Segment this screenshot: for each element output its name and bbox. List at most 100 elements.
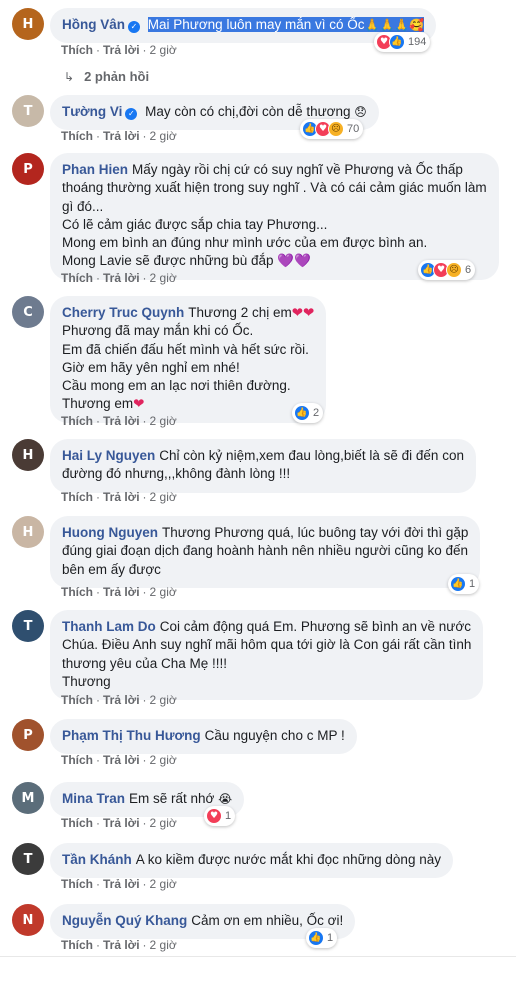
like-reaction-icon: 👍 <box>308 930 324 946</box>
reply-button[interactable]: Trả lời <box>103 753 140 767</box>
reaction-count: 6 <box>465 264 472 276</box>
purple-heart-icon: 💜💜 <box>277 253 311 270</box>
verified-badge-icon: ✓ <box>128 21 140 33</box>
avatar[interactable]: C <box>12 296 44 328</box>
reply-button[interactable]: Trả lời <box>103 816 140 830</box>
reply-arrow-icon: ↳ <box>64 70 75 84</box>
reply-button[interactable]: Trả lời <box>103 43 140 57</box>
reply-button[interactable]: Trả lời <box>103 271 140 285</box>
like-button[interactable]: Thích <box>61 877 93 891</box>
avatar[interactable]: T <box>12 95 44 127</box>
view-replies-link[interactable]: ↳ 2 phản hồi <box>64 69 149 84</box>
comment-actions: Thích · Trả lời · 2 giờ <box>61 877 177 891</box>
like-reaction-icon: 👍 <box>389 34 405 50</box>
avatar[interactable]: H <box>12 439 44 471</box>
reply-button[interactable]: Trả lời <box>103 877 140 891</box>
comment-bubble: Cherry Truc Quynh Thương 2 chị em❤❤ Phươn… <box>50 296 326 423</box>
comment-author[interactable]: Tần Khánh <box>62 852 132 867</box>
avatar[interactable]: H <box>12 8 44 40</box>
timestamp[interactable]: 2 giờ <box>150 271 177 285</box>
timestamp[interactable]: 2 giờ <box>150 816 177 830</box>
reply-button[interactable]: Trả lời <box>103 414 140 428</box>
heart-icon: ❤ <box>133 396 145 413</box>
sad-reaction-icon: ☹ <box>328 121 344 137</box>
comment-actions: Thích · Trả lời · 2 giờ <box>61 753 177 767</box>
timestamp[interactable]: 2 giờ <box>150 693 177 707</box>
reply-button[interactable]: Trả lời <box>103 490 140 504</box>
reaction-count: 1 <box>327 932 334 944</box>
heart-icon: ❤❤ <box>291 305 315 321</box>
comment-author[interactable]: Huong Nguyen <box>62 525 158 540</box>
avatar[interactable]: P <box>12 719 44 751</box>
comment-bubble: Huong Nguyen Thương Phương quá, lúc buông… <box>50 516 481 588</box>
comment-actions: Thích · Trả lời · 2 giờ <box>61 129 177 143</box>
like-button[interactable]: Thích <box>61 271 93 285</box>
reaction-count: 1 <box>225 810 232 822</box>
comment-author[interactable]: Hai Ly Nguyen <box>62 448 155 463</box>
like-button[interactable]: Thích <box>61 753 93 767</box>
like-button[interactable]: Thích <box>61 414 93 428</box>
comment-author[interactable]: Phan Hien <box>62 162 128 177</box>
like-button[interactable]: Thích <box>61 816 93 830</box>
reply-button[interactable]: Trả lời <box>103 585 140 599</box>
avatar[interactable]: H <box>12 516 44 548</box>
like-button[interactable]: Thích <box>61 490 93 504</box>
reply-button[interactable]: Trả lời <box>103 938 140 952</box>
comment-bubble: Phạm Thị Thu Hương Cầu nguyện cho c MP ! <box>50 719 357 755</box>
comment-actions: Thích · Trả lời · 2 giờ <box>61 816 177 830</box>
comment-text: Mai Phương luôn may mắn vì có Ốc🙏🙏🙏🥰 <box>147 17 425 32</box>
like-button[interactable]: Thích <box>61 585 93 599</box>
like-reaction-icon: 👍 <box>450 576 466 592</box>
comment-author[interactable]: Nguyễn Quý Khang <box>62 913 187 928</box>
comment-actions: Thích · Trả lời · 2 giờ <box>61 414 177 428</box>
comment-actions: Thích · Trả lời · 2 giờ <box>61 490 177 504</box>
comment-actions: Thích · Trả lời · 2 giờ <box>61 938 177 952</box>
reaction-summary[interactable]: 👍 1 <box>448 574 480 594</box>
comment-actions: Thích · Trả lời · 2 giờ <box>61 271 177 285</box>
reaction-count: 1 <box>469 578 476 590</box>
comment-bubble: Thanh Lam Do Coi cảm động quá Em. Phương … <box>50 610 484 701</box>
reply-button[interactable]: Trả lời <box>103 129 140 143</box>
comment-list: H Hồng Vân ✓ Mai Phương luôn may mắn vì c… <box>0 0 516 988</box>
avatar[interactable]: P <box>12 153 44 185</box>
comment-author[interactable]: Phạm Thị Thu Hương <box>62 728 201 743</box>
reaction-summary[interactable]: ♥ 1 <box>204 806 236 826</box>
comment-author[interactable]: Mina Tran <box>62 791 125 806</box>
avatar[interactable]: T <box>12 610 44 642</box>
reaction-summary[interactable]: 👍 2 <box>292 403 324 423</box>
sad-reaction-icon: ☹ <box>446 262 462 278</box>
reply-button[interactable]: Trả lời <box>103 693 140 707</box>
timestamp[interactable]: 2 giờ <box>150 129 177 143</box>
reaction-summary[interactable]: 👍 ♥ ☹ 6 <box>418 260 476 280</box>
comment-bubble: Hai Ly Nguyen Chỉ còn kỷ niệm,xem đau lòn… <box>50 439 476 493</box>
timestamp[interactable]: 2 giờ <box>150 43 177 57</box>
reaction-count: 70 <box>347 123 360 135</box>
like-button[interactable]: Thích <box>61 938 93 952</box>
timestamp[interactable]: 2 giờ <box>150 753 177 767</box>
timestamp[interactable]: 2 giờ <box>150 877 177 891</box>
comment-author[interactable]: Thanh Lam Do <box>62 619 156 634</box>
reaction-summary[interactable]: 👍 ♥ ☹ 70 <box>300 119 364 139</box>
timestamp[interactable]: 2 giờ <box>150 938 177 952</box>
reaction-summary[interactable]: 👍 1 <box>306 928 338 948</box>
timestamp[interactable]: 2 giờ <box>150 585 177 599</box>
comment-author[interactable]: Tường Vi <box>62 104 122 119</box>
avatar[interactable]: M <box>12 782 44 814</box>
comment-actions: Thích · Trả lời · 2 giờ <box>61 693 177 707</box>
like-button[interactable]: Thích <box>61 693 93 707</box>
timestamp[interactable]: 2 giờ <box>150 490 177 504</box>
avatar[interactable]: T <box>12 843 44 875</box>
like-button[interactable]: Thích <box>61 43 93 57</box>
reaction-summary[interactable]: ♥ 👍 194 <box>374 32 431 52</box>
divider <box>0 956 516 957</box>
timestamp[interactable]: 2 giờ <box>150 414 177 428</box>
comment-author[interactable]: Cherry Truc Quynh <box>62 305 184 320</box>
like-button[interactable]: Thích <box>61 129 93 143</box>
love-reaction-icon: ♥ <box>206 808 222 824</box>
comment-bubble: Tần Khánh A ko kiềm được nước mắt khi đọc… <box>50 843 453 879</box>
reaction-count: 194 <box>408 36 427 48</box>
comment-actions: Thích · Trả lời · 2 giờ <box>61 43 177 57</box>
comment-author[interactable]: Hồng Vân <box>62 17 125 32</box>
reaction-count: 2 <box>313 407 320 419</box>
avatar[interactable]: N <box>12 904 44 936</box>
